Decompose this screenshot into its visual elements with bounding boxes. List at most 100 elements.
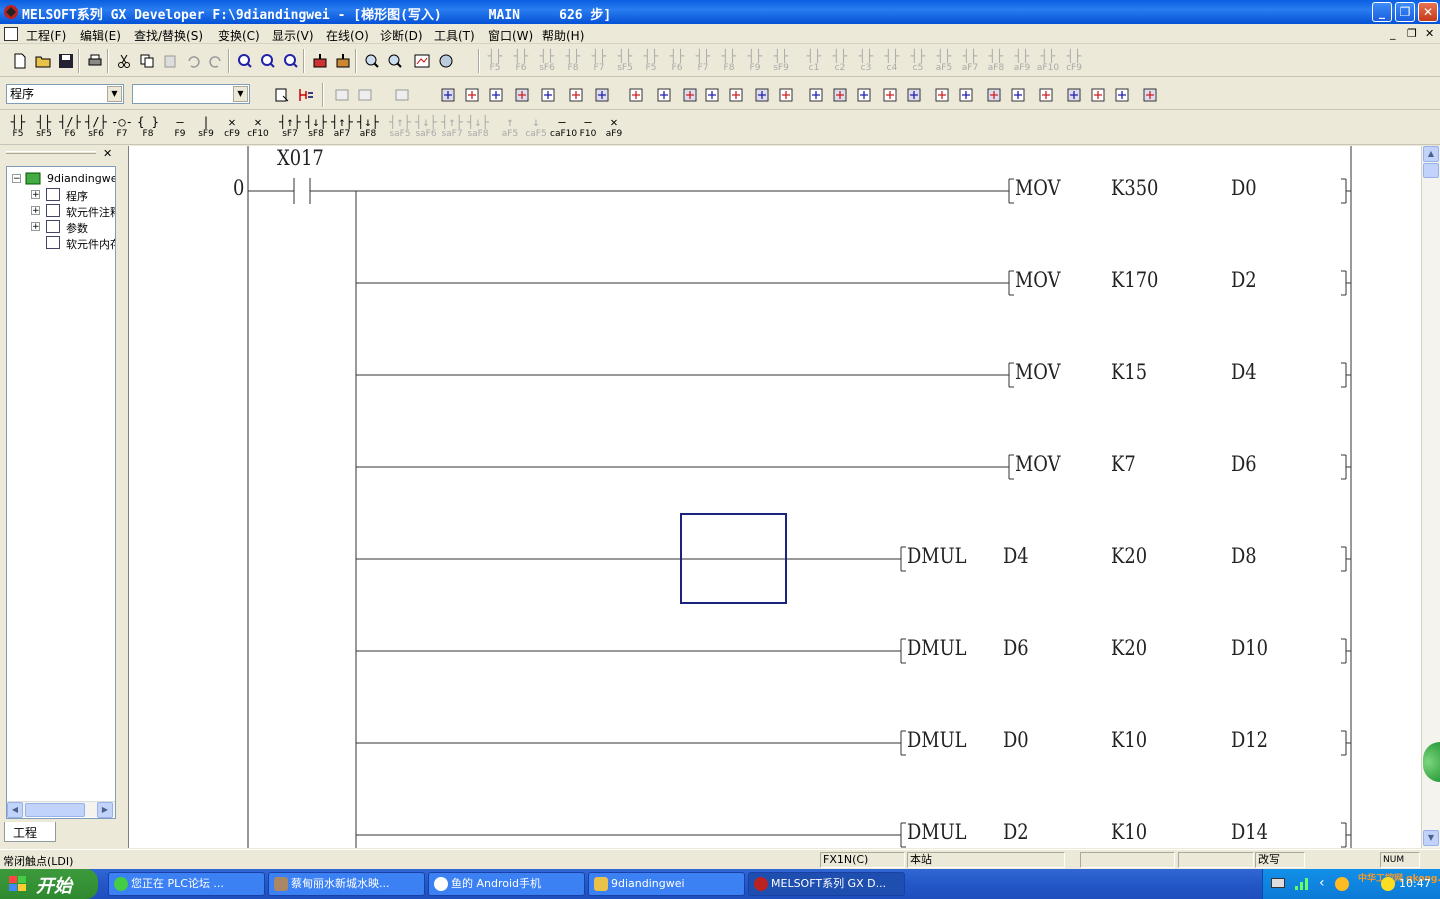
chevron-left-icon[interactable]: ‹ (1319, 875, 1325, 891)
operand-a[interactable]: D4 (1003, 544, 1029, 568)
trace-button[interactable] (804, 83, 826, 105)
operand-a[interactable]: K350 (1111, 176, 1158, 200)
list-view-button[interactable] (294, 83, 316, 105)
wifi-icon[interactable] (1293, 876, 1311, 892)
mode-button[interactable] (954, 83, 976, 105)
device-batch-2-button[interactable] (852, 83, 874, 105)
operand-op[interactable]: MOV (1015, 176, 1060, 200)
new-file-button[interactable] (8, 49, 30, 71)
menu-window[interactable]: 窗口(W) (488, 27, 533, 44)
scroll-thumb[interactable] (1423, 163, 1439, 178)
operand-c[interactable]: D14 (1231, 820, 1268, 844)
ladder-key-aF8[interactable]: ┤↓├ aF8 (356, 115, 380, 141)
ladder-key-5[interactable]: ┤├ sF5 (613, 49, 637, 75)
operand-c[interactable]: D10 (1231, 636, 1268, 660)
ladder-key-11[interactable]: ┤├ sF9 (769, 49, 793, 75)
task-melsoft[interactable]: MELSOFT系列 GX D... (748, 872, 905, 896)
pane-close-button[interactable]: ✕ (103, 147, 112, 160)
menu-help[interactable]: 帮助(H) (542, 27, 584, 44)
ladder-key-F8[interactable]: { } F8 (136, 115, 160, 141)
monitor-write-button[interactable] (383, 49, 405, 71)
ladder-key-7[interactable]: ┤├ F6 (665, 49, 689, 75)
close-button[interactable]: ✕ (1418, 2, 1438, 22)
ladder-key-4[interactable]: ┤├ F7 (587, 49, 611, 75)
operand-op[interactable]: DMUL (907, 636, 966, 660)
change-button[interactable] (724, 83, 746, 105)
ladder-key-caF10[interactable]: — caF10 (550, 115, 577, 141)
scroll-thumb[interactable] (25, 803, 85, 817)
find-instruction-button[interactable] (256, 49, 278, 71)
operand-b[interactable]: K20 (1111, 544, 1147, 568)
ladder-key-9[interactable]: ┤├ F8 (717, 49, 741, 75)
zoom-out-button[interactable] (678, 83, 700, 105)
ladder-key-sF9[interactable]: | sF9 (194, 115, 218, 141)
ladder-key-sF5[interactable]: ┤├ sF5 (32, 115, 56, 141)
ladder-editor[interactable]: 0 X017 MOV K350 D0 MOV K170 D2 MOV K15 D4 MOV K7 D6… (128, 146, 1421, 848)
menu-diagnostics[interactable]: 诊断(D) (380, 27, 423, 44)
mdi-minimize-button[interactable]: _ (1390, 27, 1396, 40)
device-test-button[interactable] (410, 49, 432, 71)
save-button[interactable] (54, 49, 76, 71)
device-batch-button[interactable] (652, 83, 674, 105)
title-bar[interactable]: MELSOFT系列 GX Developer F:\9diandingwei -… (0, 0, 1440, 24)
scroll-left-button[interactable]: ◀ (7, 802, 23, 818)
ladder-key-1[interactable]: ┤├ F6 (509, 49, 533, 75)
cross-ref-button[interactable] (750, 83, 772, 105)
menu-convert[interactable]: 变换(C) (218, 27, 260, 44)
expand-toggle[interactable]: + (31, 206, 40, 216)
mdi-close-button[interactable]: ✕ (1425, 27, 1434, 40)
menu-edit[interactable]: 编辑(E) (80, 27, 121, 44)
ladder-key-19[interactable]: ┤├ aF8 (984, 49, 1008, 75)
tree-item-device-comment[interactable]: 软元件注释 (66, 204, 115, 220)
tab-project[interactable]: 工程 (4, 822, 56, 842)
tree-root[interactable]: 9diandingwei (47, 172, 115, 185)
operand-op[interactable]: DMUL (907, 544, 966, 568)
sfc-3-button[interactable] (1110, 83, 1132, 105)
ladder-key-sF7[interactable]: ┤↑├ sF7 (278, 115, 302, 141)
program-select[interactable]: 程序 ▼ (6, 84, 124, 104)
scroll-down-button[interactable]: ▼ (1423, 830, 1439, 846)
operand-op[interactable]: DMUL (907, 820, 966, 844)
operand-c[interactable]: D8 (1231, 544, 1257, 568)
operand-b[interactable]: D4 (1231, 360, 1257, 384)
rung-delete-button[interactable] (460, 83, 482, 105)
ladder-key-saF6[interactable]: ┤↓├ saF6 (414, 115, 438, 141)
statement-button[interactable] (353, 83, 375, 105)
operand-op[interactable]: DMUL (907, 728, 966, 752)
expand-toggle[interactable]: + (31, 190, 40, 200)
find-device-button[interactable] (233, 49, 255, 71)
find-step-button[interactable] (279, 49, 301, 71)
network-icon[interactable] (1381, 877, 1395, 891)
entry-monitor-button[interactable] (434, 49, 456, 71)
run-stop-button[interactable] (930, 83, 952, 105)
scroll-up-button[interactable]: ▲ (1423, 146, 1439, 162)
row-delete-button[interactable] (590, 83, 612, 105)
print-button[interactable] (83, 49, 105, 71)
task-folder[interactable]: 9diandingwei (588, 872, 745, 896)
scroll-right-button[interactable]: ▶ (97, 802, 113, 818)
plc-write-button[interactable] (308, 49, 330, 71)
operand-b[interactable]: K10 (1111, 728, 1147, 752)
search-button[interactable] (1034, 83, 1056, 105)
ladder-key-F9[interactable]: — F9 (168, 115, 192, 141)
sfc-1-button[interactable] (1062, 83, 1084, 105)
operand-op[interactable]: MOV (1015, 268, 1060, 292)
buffer-button[interactable] (878, 83, 900, 105)
tree-item-device-memory[interactable]: 软元件内存 (66, 236, 115, 252)
ladder-key-F7[interactable]: -○- F7 (110, 115, 134, 141)
plc-read-button[interactable] (331, 49, 353, 71)
task-plc-forum[interactable]: 您正在 PLC论坛 ... (108, 872, 265, 896)
device-comment-button[interactable] (624, 83, 646, 105)
error-check-button[interactable] (484, 83, 506, 105)
ladder-key-aF9[interactable]: ✕ aF9 (602, 115, 626, 141)
ladder-key-16[interactable]: ┤├ c5 (906, 49, 930, 75)
ladder-key-6[interactable]: ┤├ F5 (639, 49, 663, 75)
sampling-button[interactable] (828, 83, 850, 105)
minimize-button[interactable]: _ (1372, 2, 1392, 22)
clock[interactable]: 10:47 (1399, 877, 1431, 890)
ladder-key-10[interactable]: ┤├ F9 (743, 49, 767, 75)
ladder-key-saF7[interactable]: ┤↑├ saF7 (440, 115, 464, 141)
mdi-restore-button[interactable]: ❐ (1407, 27, 1417, 40)
local-button[interactable] (982, 83, 1004, 105)
copy-button[interactable] (135, 49, 157, 71)
